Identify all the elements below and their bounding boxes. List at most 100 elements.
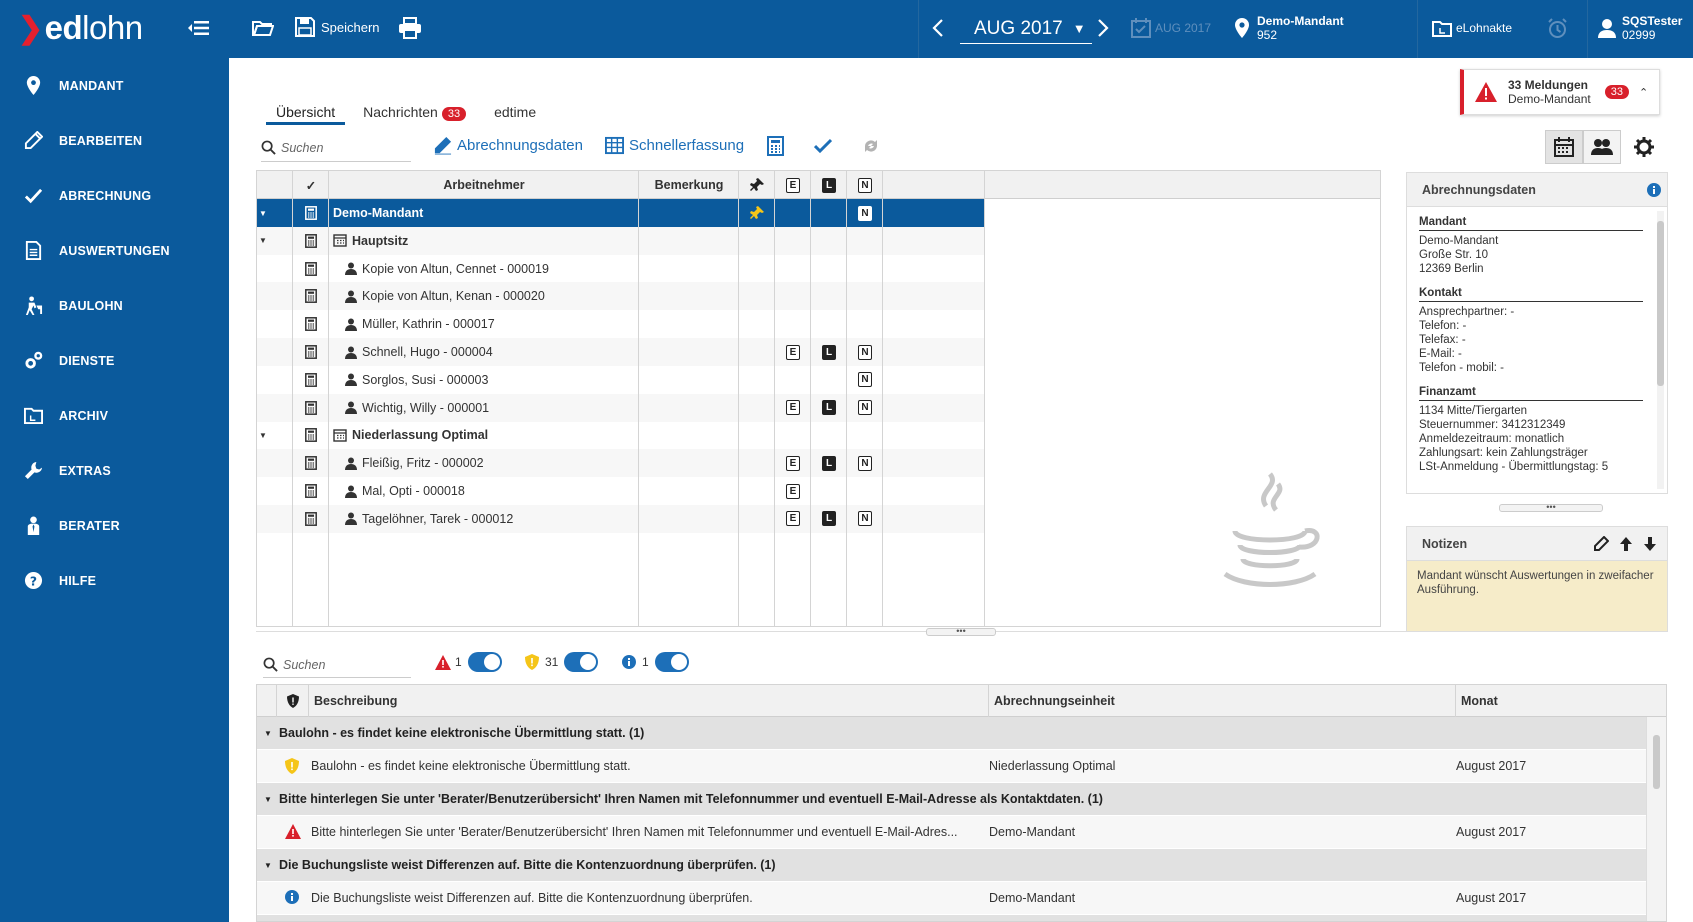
group-title: Baulohn - es findet keine elektronische … <box>279 726 645 740</box>
alert-notification[interactable]: 33 Meldungen Demo-Mandant 33 ⌃ <box>1460 69 1660 115</box>
warning-shield-icon <box>525 654 539 670</box>
collapse-up-icon[interactable]: ⌃ <box>1639 86 1648 99</box>
elohnakte-label: eLohnakte <box>1456 21 1513 35</box>
sidebar-item-archiv[interactable]: ARCHIV <box>0 388 229 443</box>
calendar-view-button[interactable] <box>1545 130 1583 164</box>
message-group-row[interactable]: ▼ Die Buchungsliste weist Differenzen auf… <box>257 849 1647 881</box>
group-expand-icon[interactable]: ▼ <box>257 795 279 804</box>
sidebar: MANDANT BEARBEITEN ABRECHNUNG AUSWERTUNG… <box>0 58 229 922</box>
sidebar-item-auswertungen[interactable]: AUSWERTUNGEN <box>0 223 229 278</box>
sidebar-item-extras[interactable]: EXTRAS <box>0 443 229 498</box>
calendar-icon <box>1554 137 1574 157</box>
message-row[interactable]: Die Buchungsliste weist Differenzen auf.… <box>257 882 1647 914</box>
top-bar: ❯ ed lohn Speichern AUG 2017 ▼ AUG 2017 … <box>0 0 1693 58</box>
prev-month-icon[interactable] <box>932 18 944 38</box>
elohnakte-button[interactable]: eLohnakte <box>1432 18 1512 38</box>
sidebar-item-berater[interactable]: BERATER <box>0 498 229 553</box>
sidebar-item-abrechnung[interactable]: ABRECHNUNG <box>0 168 229 223</box>
scrollbar-thumb[interactable] <box>1657 221 1664 386</box>
main-content: Übersicht Nachrichten 33 edtime 33 Meldun… <box>229 58 1693 922</box>
settings-gear-icon[interactable] <box>1633 136 1655 158</box>
detail-line: LSt-Anmeldung - Übermittlungstag: 5 <box>1419 461 1609 473</box>
message-group-row[interactable]: ▼ Baulohn - es findet keine elektronische… <box>257 717 1647 749</box>
abrechnungsdaten-button[interactable]: Abrechnungsdaten <box>433 136 583 155</box>
group-expand-icon[interactable]: ▼ <box>257 729 279 738</box>
edlohn-logo[interactable]: ❯ ed lohn <box>18 6 143 50</box>
sidebar-item-mandant[interactable]: MANDANT <box>0 58 229 113</box>
panel-splitter-handle[interactable]: ••• <box>1499 503 1603 512</box>
message-group-row[interactable]: ▼ Bitte hinterlegen Sie unter 'Berater/Be… <box>257 783 1647 815</box>
tab-nachrichten[interactable]: Nachrichten 33 <box>353 104 476 125</box>
tab-edtime[interactable]: edtime <box>484 104 546 125</box>
header-shield-icon[interactable] <box>277 685 309 717</box>
group-title: Bitte hinterlegen Sie unter 'Berater/Ben… <box>279 792 1103 806</box>
warning-filter: 31 <box>525 652 599 672</box>
sidebar-item-label: BAULOHN <box>59 298 123 313</box>
mandant-selector[interactable]: Demo-Mandant 952 <box>1235 14 1344 42</box>
header-beschreibung[interactable]: Beschreibung <box>309 685 989 717</box>
sidebar-item-label: BERATER <box>59 518 120 533</box>
detail-line: E-Mail: - <box>1419 348 1462 360</box>
search-input[interactable]: Suchen <box>281 141 323 155</box>
save-disk-icon <box>295 17 315 37</box>
grid-column-divider <box>329 171 639 626</box>
alert-subtitle: Demo-Mandant <box>1508 92 1591 106</box>
save-button[interactable]: Speichern <box>294 16 380 38</box>
alarm-clock-icon[interactable] <box>1547 18 1568 39</box>
next-month-icon[interactable] <box>1097 18 1109 38</box>
warning-filter-toggle[interactable] <box>564 652 599 672</box>
employee-search[interactable]: Suchen <box>261 134 411 162</box>
month-select[interactable]: AUG 2017 ▼ <box>960 14 1092 44</box>
message-row[interactable]: Baulohn - es findet keine elektronische … <box>257 750 1647 782</box>
detail-line: 1134 Mitte/Tiergarten <box>1419 405 1528 417</box>
header-abrechnungseinheit[interactable]: Abrechnungseinheit <box>989 685 1456 717</box>
panel-scrollbar[interactable] <box>1657 211 1664 489</box>
notes-panel: Notizen Mandant wünscht Auswertungen in … <box>1406 526 1668 632</box>
check-icon[interactable] <box>813 136 833 156</box>
tab-label: Nachrichten <box>363 104 438 120</box>
user-menu[interactable]: SQSTester 02999 <box>1598 14 1682 42</box>
message-group-row[interactable] <box>257 915 1647 921</box>
open-folder-icon[interactable] <box>252 18 274 38</box>
closed-month-label: AUG 2017 <box>1155 21 1212 35</box>
splitter-handle[interactable]: ••• <box>926 627 996 636</box>
scrollbar-thumb[interactable] <box>1653 735 1660 789</box>
messages-scrollbar[interactable] <box>1646 717 1666 921</box>
sidebar-item-baulohn[interactable]: BAULOHN <box>0 278 229 333</box>
java-logo-icon <box>1215 469 1325 599</box>
message-search[interactable]: Suchen <box>263 652 411 678</box>
kontakt-heading: Kontakt <box>1419 286 1643 302</box>
warning-icon <box>285 758 299 774</box>
message-search-input[interactable]: Suchen <box>283 658 325 672</box>
grid-column-divider <box>775 171 811 626</box>
document-icon <box>25 241 42 260</box>
grid-column-divider <box>883 171 985 626</box>
schnellerfassung-button[interactable]: Schnellerfassung <box>605 136 744 155</box>
arrow-up-icon[interactable] <box>1619 536 1633 555</box>
group-expand-icon[interactable]: ▼ <box>257 861 279 870</box>
error-warning-icon <box>435 654 451 670</box>
sidebar-item-bearbeiten[interactable]: BEARBEITEN <box>0 113 229 168</box>
edit-pencil-icon[interactable] <box>1593 535 1610 555</box>
arrow-down-icon[interactable] <box>1643 536 1657 555</box>
info-filter-toggle[interactable] <box>654 652 689 672</box>
sync-disabled-icon[interactable] <box>861 136 881 156</box>
check-icon <box>24 188 43 204</box>
error-filter-toggle[interactable] <box>467 652 502 672</box>
info-icon <box>622 655 636 669</box>
user-number: 02999 <box>1622 28 1656 42</box>
advisor-icon <box>27 516 40 535</box>
sidebar-item-dienste[interactable]: DIENSTE <box>0 333 229 388</box>
tab-bar: Übersicht Nachrichten 33 edtime <box>266 104 554 125</box>
employees-view-button[interactable] <box>1583 130 1621 164</box>
calculator-icon[interactable] <box>765 136 785 156</box>
header-monat[interactable]: Monat <box>1456 685 1646 717</box>
menu-toggle-icon[interactable] <box>188 18 210 38</box>
sidebar-item-label: EXTRAS <box>59 463 111 478</box>
tab-uebersicht[interactable]: Übersicht <box>266 104 346 125</box>
message-row[interactable]: Bitte hinterlegen Sie unter 'Berater/Ben… <box>257 816 1647 848</box>
print-icon[interactable] <box>398 17 422 39</box>
sidebar-item-hilfe[interactable]: ? HILFE <box>0 553 229 608</box>
info-icon[interactable] <box>1647 183 1661 200</box>
tab-label: edtime <box>494 104 537 120</box>
